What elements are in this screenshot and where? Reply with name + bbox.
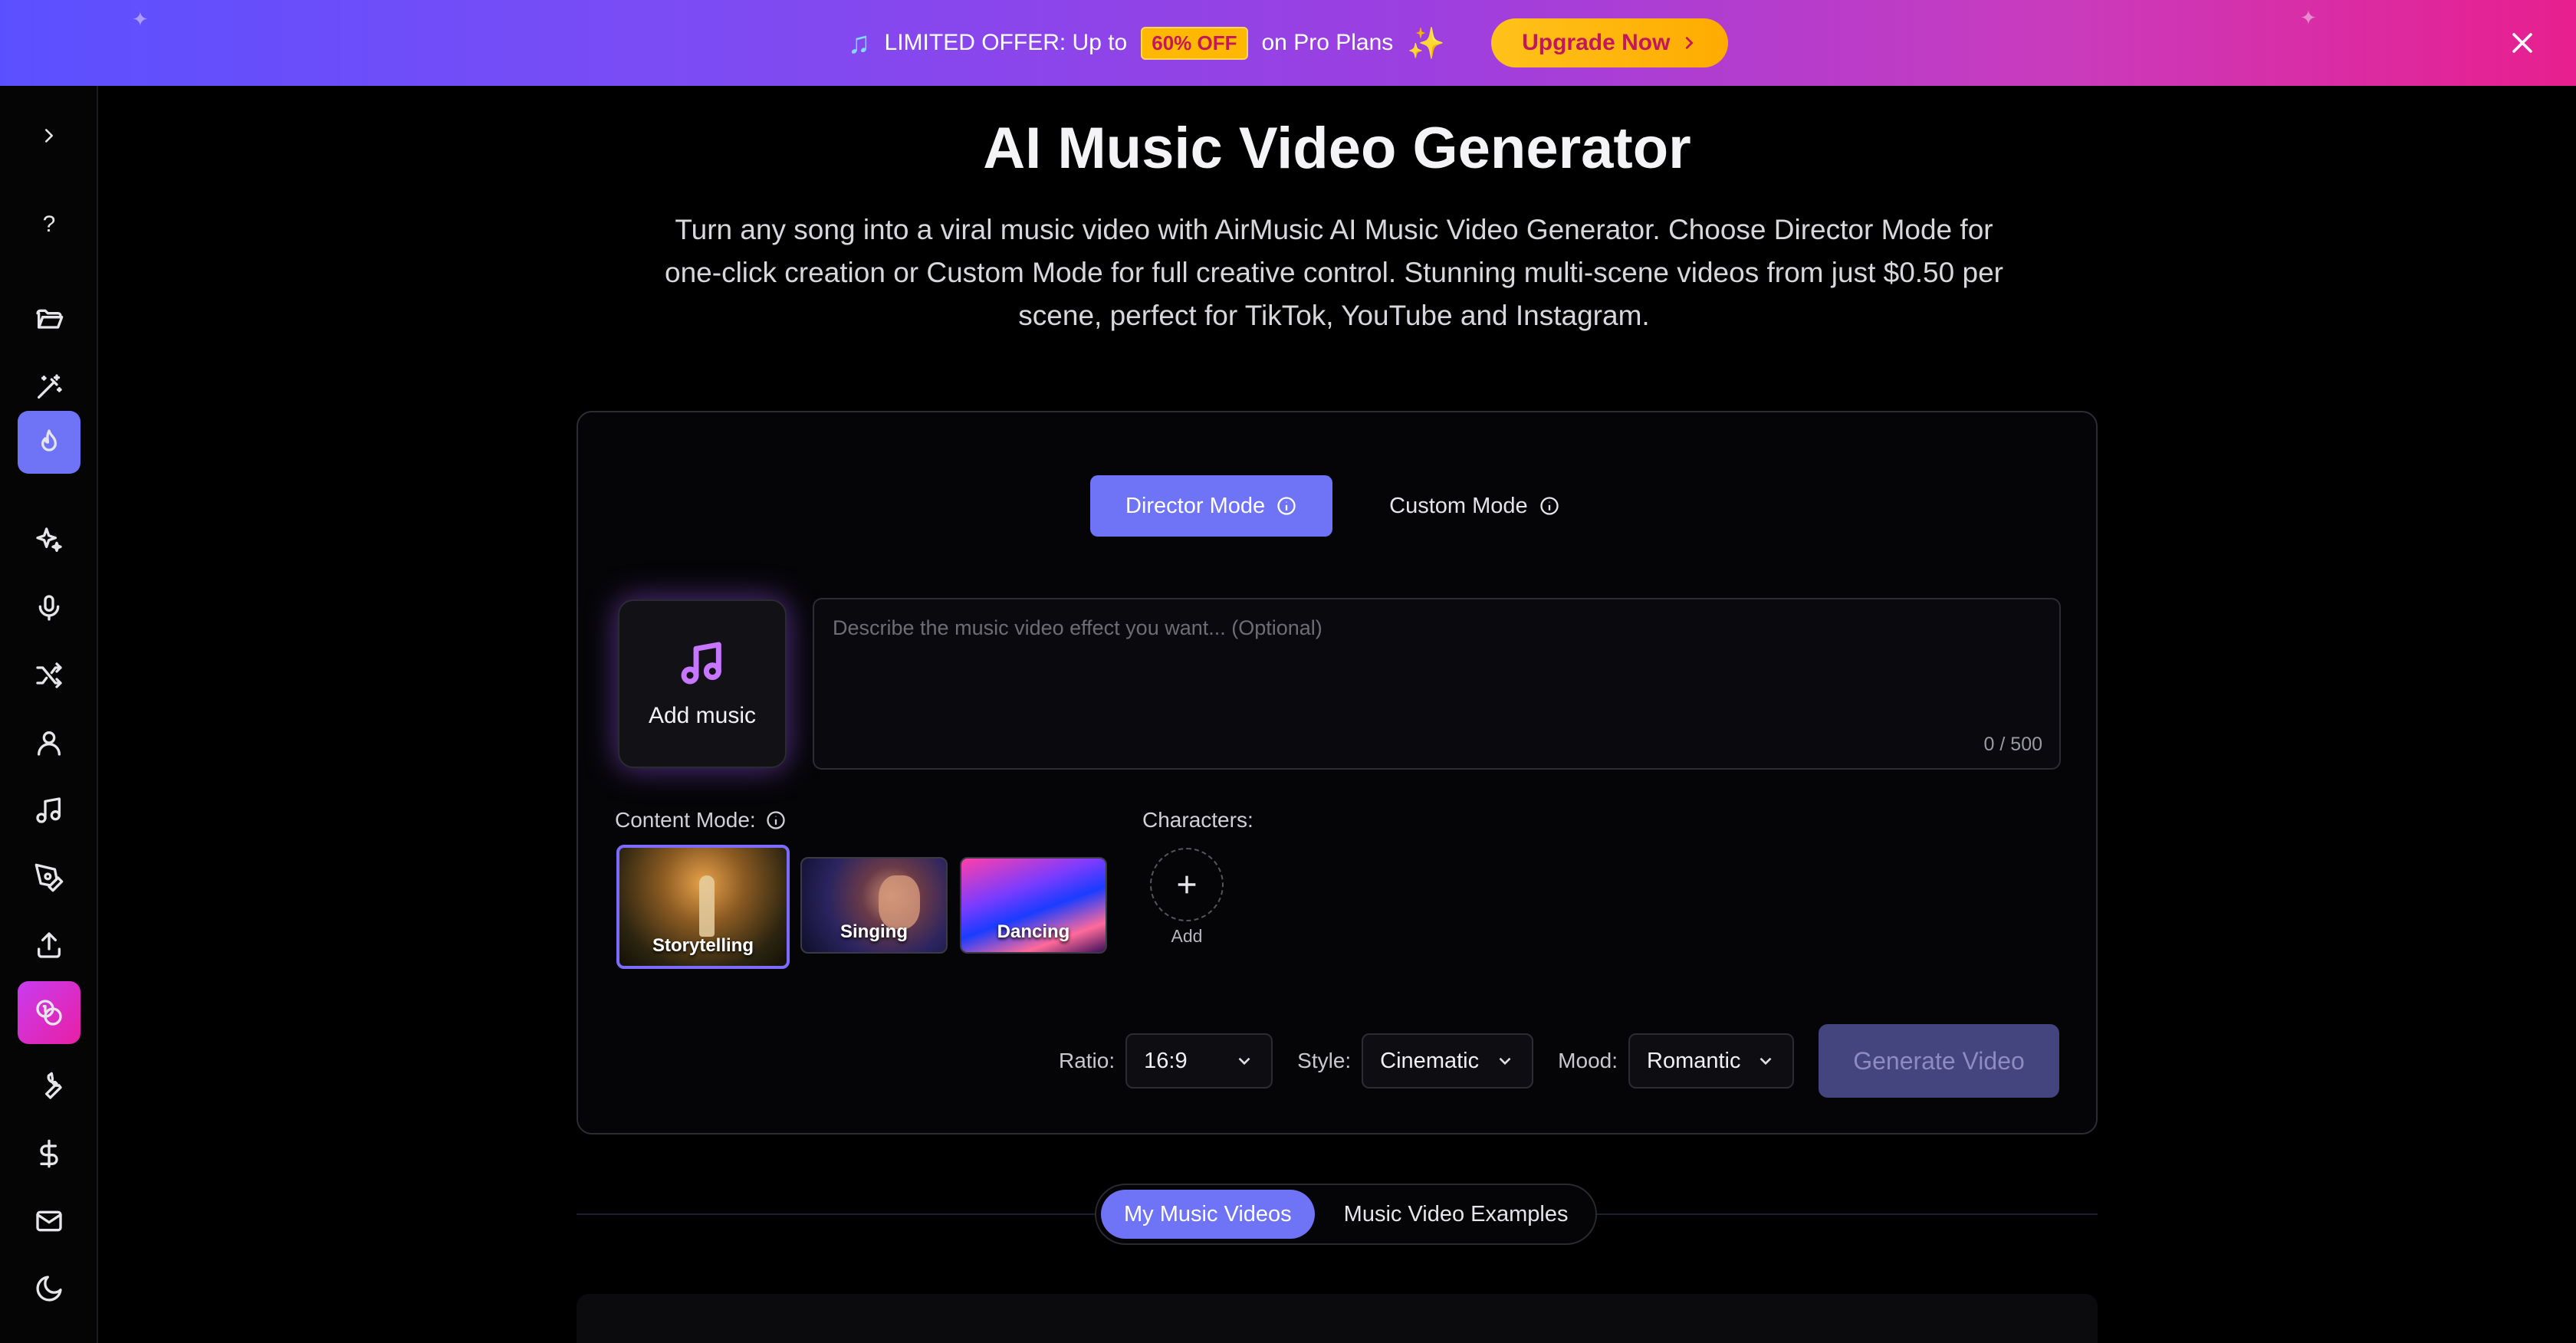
info-icon[interactable]: [765, 809, 787, 831]
sidebar-item-contact[interactable]: [18, 1190, 80, 1253]
add-music-button[interactable]: Add music: [618, 599, 787, 768]
page-title: AI Music Video Generator: [983, 116, 1691, 181]
close-icon[interactable]: [2505, 26, 2539, 60]
generator-panel: Director Mode Custom Mode Add music 0 / …: [577, 411, 2098, 1134]
ratio-label: Ratio:: [1058, 1049, 1116, 1072]
sidebar-item-sparkles[interactable]: [18, 509, 80, 572]
chevron-down-icon: [1499, 1057, 1511, 1066]
sidebar-item-music[interactable]: [18, 779, 80, 842]
sidebar-item-magic[interactable]: [18, 356, 80, 419]
sparkles-icon: ✨: [1407, 26, 1446, 61]
upload-icon: [38, 932, 61, 958]
info-icon[interactable]: [1276, 495, 1297, 517]
upgrade-now-button[interactable]: Upgrade Now: [1491, 18, 1729, 67]
tab-custom-mode[interactable]: Custom Mode: [1354, 475, 1595, 537]
tab-label: Custom Mode: [1389, 493, 1528, 518]
style-value: Cinematic: [1380, 1048, 1480, 1073]
style-label: Style:: [1297, 1049, 1352, 1072]
upgrade-label: Upgrade Now: [1522, 30, 1671, 55]
tab-my-music-videos[interactable]: My Music Videos: [1101, 1190, 1315, 1239]
mood-label: Mood:: [1558, 1049, 1618, 1072]
sidebar-item-upload[interactable]: [18, 914, 80, 977]
characters-label: Characters:: [1142, 808, 1254, 832]
sidebar-item-user[interactable]: [18, 711, 80, 774]
chevron-down-icon: [1760, 1057, 1772, 1066]
chevron-down-icon: [1238, 1057, 1250, 1066]
offer-suffix: on Pro Plans: [1261, 30, 1394, 55]
add-character-button[interactable]: [1150, 848, 1224, 921]
sidebar-item-pricing[interactable]: [18, 1122, 80, 1185]
sidebar-item-tools[interactable]: [18, 1055, 80, 1118]
user-icon: [38, 731, 61, 756]
sidebar-item-pen[interactable]: [18, 846, 80, 909]
shuffle-icon: [36, 662, 62, 688]
sidebar-item-shuffle[interactable]: [18, 644, 80, 707]
content-mode-label-singing: Singing: [840, 921, 908, 942]
mail-icon: [36, 1210, 62, 1232]
promo-banner: ✦ ✦ ♫ LIMITED OFFER: Up to 60% OFF on Pr…: [0, 0, 2576, 86]
storytelling-image: [699, 875, 715, 937]
character-counter: 0 / 500: [1983, 734, 2042, 755]
sparkle-icon: ✦: [2300, 6, 2317, 29]
tab-director-mode[interactable]: Director Mode: [1090, 475, 1333, 537]
ratio-value: 16:9: [1144, 1048, 1188, 1073]
library-tabs: My Music Videos Music Video Examples: [1095, 1184, 1598, 1245]
mood-select[interactable]: Romantic: [1628, 1033, 1794, 1089]
sparkles-icon: [36, 527, 62, 552]
content-mode-label: Content Mode:: [615, 808, 787, 832]
coins-icon: [36, 1000, 62, 1026]
sidebar-item-video-generator[interactable]: [18, 981, 80, 1044]
generate-video-button[interactable]: Generate Video: [1819, 1024, 2059, 1098]
mode-tabs: Director Mode Custom Mode: [1090, 475, 1595, 537]
chevron-right-icon: [1686, 37, 1694, 49]
music-icon: [681, 642, 721, 685]
sidebar: ?: [0, 86, 98, 1343]
music-note-icon: ♫: [847, 25, 871, 60]
mood-value: Romantic: [1647, 1048, 1741, 1073]
help-icon: ?: [42, 212, 56, 237]
music-icon: [36, 797, 61, 823]
sidebar-item-folder[interactable]: [18, 288, 80, 351]
microphone-icon: [38, 595, 60, 621]
folder-icon: [36, 309, 64, 329]
add-music-label: Add music: [648, 703, 757, 728]
tab-music-video-examples[interactable]: Music Video Examples: [1321, 1190, 1592, 1239]
sidebar-help-button[interactable]: ?: [18, 193, 80, 256]
wrench-icon: [45, 1072, 62, 1099]
page-subtitle: Turn any song into a viral music video w…: [665, 214, 2003, 331]
style-select[interactable]: Cinematic: [1362, 1033, 1534, 1089]
discount-badge: 60% OFF: [1141, 26, 1248, 60]
sparkle-icon: ✦: [132, 8, 149, 31]
sidebar-item-theme[interactable]: [18, 1257, 80, 1320]
tab-label: Director Mode: [1125, 493, 1266, 518]
pen-icon: [34, 863, 64, 892]
flame-icon: [41, 429, 58, 451]
moon-icon: [36, 1276, 62, 1302]
content-mode-dancing[interactable]: Dancing: [960, 857, 1107, 954]
sidebar-item-microphone[interactable]: [18, 576, 80, 639]
chevron-right-icon: [45, 129, 53, 143]
info-icon[interactable]: [1539, 495, 1560, 517]
ratio-select[interactable]: 16:9: [1125, 1033, 1273, 1089]
offer-text: LIMITED OFFER: Up to: [884, 30, 1128, 55]
dollar-icon: [40, 1139, 58, 1168]
content-mode-label-storytelling: Storytelling: [652, 935, 754, 956]
content-mode-text: Content Mode:: [615, 808, 756, 832]
content-mode-label-dancing: Dancing: [997, 921, 1070, 942]
content-mode-storytelling[interactable]: Storytelling: [616, 845, 790, 969]
prompt-input[interactable]: [814, 599, 2059, 768]
generation-options: Ratio: 16:9 Style: Cinematic Mood: Roman…: [1059, 1024, 2059, 1098]
plus-icon: [1178, 875, 1196, 894]
prompt-box: 0 / 500: [813, 598, 2061, 770]
magic-wand-icon: [38, 374, 62, 399]
add-character-label: Add: [1171, 926, 1203, 946]
sidebar-expand-button[interactable]: [18, 104, 80, 167]
content-mode-singing[interactable]: Singing: [800, 857, 948, 954]
video-list-container: [577, 1294, 2098, 1343]
sidebar-item-hot[interactable]: [18, 411, 80, 474]
